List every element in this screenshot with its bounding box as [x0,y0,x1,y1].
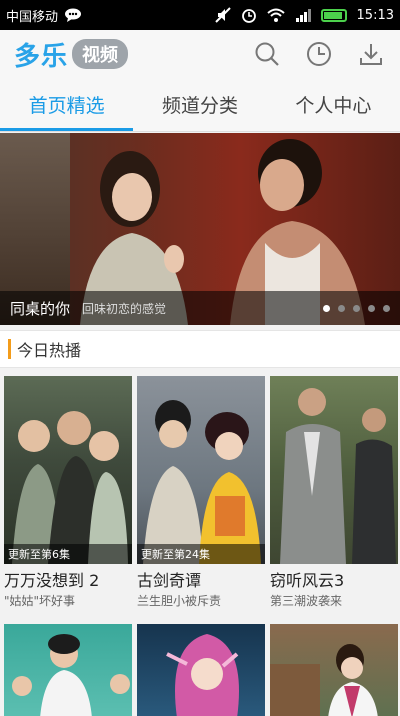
video-thumbnail: 更新至第24集 [137,376,265,564]
episode-label: 更新至第24集 [137,544,265,564]
tab-channels[interactable]: 频道分类 [133,78,266,131]
thumbnail-art [166,634,239,716]
app-header: 多乐 视频 [0,30,400,78]
search-icon [255,42,279,66]
video-title: 窃听风云3 [270,571,345,590]
download-button[interactable] [356,39,386,69]
video-card[interactable]: 窃听风云3 第三潮波袭来 [270,376,398,609]
thumbnail-art [280,388,396,564]
pager-dot[interactable] [338,304,345,312]
featured-banner[interactable]: 同桌的你 回味初恋的感觉 [0,133,400,325]
battery-icon [320,8,347,22]
wifi-icon [266,8,285,22]
video-description: 兰生胆小被斥责 [137,594,222,608]
banner-caption: 同桌的你 回味初恋的感觉 [0,291,400,325]
pager-dot[interactable] [368,304,375,312]
pager-dot[interactable] [383,304,390,312]
carrier-name: 中国移动 [6,9,59,25]
clock-icon [307,42,331,66]
status-icons: 15:13 [214,7,394,23]
video-grid: 更新至第6集 万万没想到 2 "姑姑"坏好事 更新至第24集 古剑奇谭 兰生胆小… [0,372,400,716]
video-card[interactable] [137,624,265,716]
episode-label: 更新至第6集 [4,544,132,564]
video-title: 万万没想到 2 [4,571,100,590]
section-header-hot: 今日热播 [0,330,400,368]
video-thumbnail: 更新至第6集 [4,376,132,564]
history-button[interactable] [304,39,334,69]
search-button[interactable] [252,39,282,69]
mute-icon [214,7,231,23]
carrier-group: 中国移动 [6,6,82,25]
main-tabs: 首页精选 频道分类 个人中心 [0,78,400,132]
signal-icon [295,9,311,22]
pager-dot[interactable] [353,304,360,312]
pager-dot[interactable] [323,304,330,312]
alarm-icon [241,9,256,23]
video-card[interactable]: 更新至第24集 古剑奇谭 兰生胆小被斥责 [137,376,265,609]
video-title: 古剑奇谭 [137,571,202,590]
video-description: "姑姑"坏好事 [4,594,76,608]
message-icon [65,8,82,22]
logo-text: 多乐 [14,41,69,72]
video-thumbnail [270,376,398,564]
status-bar: 中国移动 15:13 [0,0,400,30]
download-icon [360,44,382,65]
app-logo: 多乐 视频 [14,36,129,73]
header-actions [252,39,386,69]
thumbnail-art [12,411,128,564]
video-thumbnail [4,624,132,716]
video-thumbnail [137,624,265,716]
status-time: 15:13 [356,7,394,23]
tab-featured[interactable]: 首页精选 [0,78,134,131]
banner-title: 同桌的你 [10,299,71,318]
video-card[interactable] [270,624,398,716]
thumbnail-art [143,400,261,564]
banner-pager [323,304,390,312]
section-accent-bar [8,339,11,359]
video-card[interactable]: 更新至第6集 万万没想到 2 "姑姑"坏好事 [4,376,132,609]
logo-badge: 视频 [72,39,129,69]
banner-subtitle: 回味初恋的感觉 [82,301,167,316]
video-thumbnail [270,624,398,716]
video-description: 第三潮波袭来 [270,594,343,608]
thumbnail-art [270,644,378,716]
video-card[interactable] [4,624,132,716]
thumbnail-art [12,634,130,716]
section-title: 今日热播 [17,341,82,360]
tab-profile[interactable]: 个人中心 [267,78,400,131]
